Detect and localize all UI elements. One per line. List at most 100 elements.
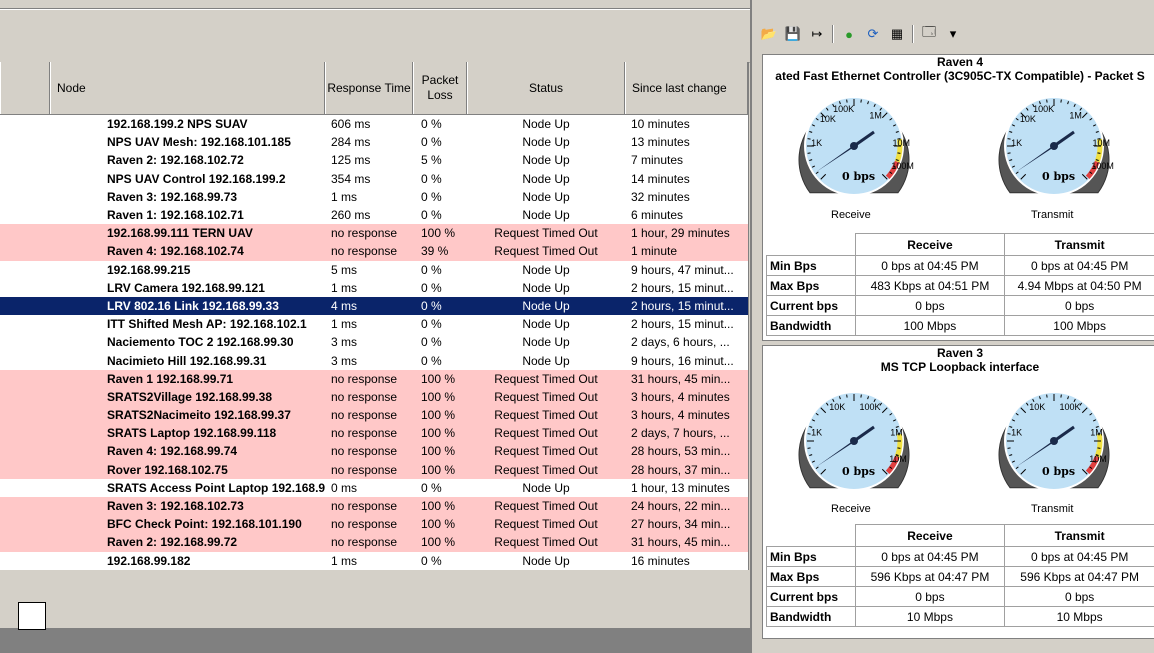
table-row[interactable]: Naciemento TOC 2 192.168.99.30 3 ms 0 % Nod… <box>0 333 748 351</box>
properties-icon[interactable]: 🗔 <box>920 24 938 43</box>
response-time: 4 ms <box>331 298 358 313</box>
status-text: Request Timed Out <box>494 444 598 459</box>
node-name: Raven 4: 192.168.99.74 <box>107 444 238 459</box>
table-row[interactable]: 192.168.199.2 NPS SUAV 606 ms 0 % Node Up 10… <box>0 115 748 133</box>
receive-label: Receive <box>831 503 871 515</box>
response-time: 606 ms <box>331 117 371 132</box>
gauge-tick-label: 100K <box>833 104 854 114</box>
table-row[interactable]: LRV Camera 192.168.99.121 1 ms 0 % Node Up 2… <box>0 279 748 297</box>
gauge-tick-label: 100K <box>860 402 881 412</box>
transmit-label: Transmit <box>1031 503 1074 515</box>
packet-loss: 100 % <box>421 389 456 404</box>
since-last-change: 7 minutes <box>631 153 684 168</box>
table-row[interactable]: LRV 802.16 Link 192.168.99.33 4 ms 0 % Node… <box>0 296 748 316</box>
since-last-change: 28 hours, 53 min... <box>631 444 731 459</box>
packet-loss: 0 % <box>421 262 442 277</box>
grid-icon[interactable]: ▦ <box>888 25 906 43</box>
table-row[interactable]: SRATS Access Point Laptop 192.168.99.183… <box>0 479 748 497</box>
panel-title: Raven 4 <box>936 55 984 69</box>
header-response-time[interactable]: Response Time <box>325 62 413 114</box>
top-toolbar-area <box>0 0 750 63</box>
save-icon[interactable]: 💾 <box>784 25 802 43</box>
header-since-last-change[interactable]: Since last change <box>625 62 748 114</box>
packet-loss: 0 % <box>421 189 442 204</box>
green-circle-icon[interactable]: ● <box>840 25 858 43</box>
stats-header-transmit: Transmit <box>1004 233 1154 256</box>
chart-toolbar: 📂 💾 ↦ ● ⟳ ▦ 🗔 ▾ <box>760 22 962 46</box>
stats-row: Current bps 0 bps 0 bps <box>766 586 1154 607</box>
node-name: NPS UAV Control 192.168.199.2 <box>107 171 286 186</box>
table-row[interactable]: 192.168.99.215 5 ms 0 % Node Up 9 hours, 47 … <box>0 261 748 279</box>
gauge-tick-label: 10M <box>889 454 907 464</box>
status-text: Node Up <box>522 280 570 295</box>
packet-loss: 0 % <box>421 480 442 495</box>
table-row[interactable]: Raven 4: 192.168.99.74 no response 100 % Re… <box>0 442 748 461</box>
table-row[interactable]: Raven 4: 192.168.102.74 no response 39 % Re… <box>0 242 748 261</box>
packet-loss: 0 % <box>421 171 442 186</box>
table-row[interactable]: 192.168.99.182 1 ms 0 % Node Up 16 minutes <box>0 552 748 570</box>
node-list-pane: Node Response Time Packet Loss Status Si… <box>0 0 750 653</box>
table-row[interactable]: NPS UAV Control 192.168.199.2 354 ms 0 % No… <box>0 170 748 188</box>
gauge-hub <box>1050 142 1058 150</box>
table-row[interactable]: Nacimieto Hill 192.168.99.31 3 ms 0 % Node … <box>0 351 748 369</box>
table-row[interactable]: Raven 2: 192.168.99.72 no response 100 % Re… <box>0 533 748 552</box>
since-last-change: 31 hours, 45 min... <box>631 371 731 386</box>
refresh-icon[interactable]: ⟳ <box>864 25 882 43</box>
since-last-change: 2 days, 6 hours, ... <box>631 335 730 350</box>
response-time: 5 ms <box>331 262 358 277</box>
gauge-tick-label: 100M <box>891 161 914 171</box>
table-row[interactable]: Raven 3: 192.168.102.73 no response 100 % R… <box>0 496 748 516</box>
packet-loss: 0 % <box>421 135 442 150</box>
stats-table: Receive Transmit Min Bps 0 bps at 04:45 P… <box>766 524 1154 627</box>
gauge-tick-label: 10M <box>1089 454 1107 464</box>
status-text: Node Up <box>522 480 570 495</box>
table-row[interactable]: BFC Check Point: 192.168.101.190 no respo… <box>0 515 748 534</box>
table-row[interactable]: Raven 3: 192.168.99.73 1 ms 0 % Node Up 32 m… <box>0 188 748 206</box>
response-time: 125 ms <box>331 153 371 168</box>
panel-title: Raven 3 <box>936 346 984 360</box>
since-last-change: 2 hours, 15 minut... <box>631 317 734 332</box>
since-last-change: 28 hours, 37 min... <box>631 462 731 477</box>
table-row[interactable]: SRATS Laptop 192.168.99.118 no response 10… <box>0 424 748 443</box>
table-row[interactable]: Raven 1: 192.168.102.71 260 ms 0 % Node Up 6… <box>0 206 748 224</box>
node-name: LRV 802.16 Link 192.168.99.33 <box>107 298 279 313</box>
receive-gauge: 10K 100K 1K 1M 10M 0 bps <box>798 391 910 491</box>
status-text: Node Up <box>522 553 570 568</box>
stats-row: Bandwidth 100 Mbps 100 Mbps <box>766 315 1154 336</box>
table-row[interactable]: Rover 192.168.102.75 no response 100 % Requ… <box>0 460 748 479</box>
open-folder-icon[interactable]: 📂 <box>760 25 778 43</box>
since-last-change: 1 minute <box>631 244 678 259</box>
response-time: no response <box>331 462 398 477</box>
status-text: Node Up <box>522 262 570 277</box>
table-row[interactable]: 192.168.99.111 TERN UAV no response 100 % R… <box>0 224 748 243</box>
toolbar-separator <box>912 25 914 43</box>
since-last-change: 9 hours, 47 minut... <box>631 262 734 277</box>
transmit-gauge: 100K10K 1M 1K 10M 100M 0 bps <box>998 96 1114 196</box>
node-name: Rover 192.168.102.75 <box>107 462 228 477</box>
header-node[interactable]: Node <box>50 62 325 114</box>
header-packet-loss[interactable]: Packet Loss <box>413 62 467 114</box>
gauge-value: 0 bps <box>1042 465 1075 478</box>
header-status-icon[interactable] <box>0 62 50 114</box>
horizontal-scrollbar[interactable] <box>0 628 750 653</box>
table-row[interactable]: SRATS2Nacimeito 192.168.99.37 no response… <box>0 406 748 425</box>
table-row[interactable]: ITT Shifted Mesh AP: 192.168.102.1 1 ms 0 … <box>0 315 748 333</box>
gauge-tick-label: 1K <box>811 138 822 148</box>
table-row[interactable]: Raven 1 192.168.99.71 no response 100 % Req… <box>0 369 748 388</box>
gauge-tick-label: 1M <box>869 111 882 121</box>
packet-loss: 100 % <box>421 226 456 241</box>
packet-loss: 39 % <box>421 244 449 259</box>
node-name: 192.168.99.111 TERN UAV <box>107 226 253 241</box>
header-status[interactable]: Status <box>467 62 625 114</box>
gauge-tick-label: 10M <box>1093 138 1111 148</box>
status-text: Node Up <box>522 171 570 186</box>
node-name: BFC Check Point: 192.168.101.190 <box>107 517 302 532</box>
gauges: 100K 10K 1M 1K 10M 100M 0 bps 100K 10K 1M 1K 10M 10… <box>763 84 1154 221</box>
gauge-tick-label: 100K <box>1033 104 1054 114</box>
arrow-icon[interactable]: ↦ <box>808 25 826 43</box>
table-row[interactable]: Raven 2: 192.168.102.72 125 ms 5 % Node Up 7… <box>0 151 748 169</box>
table-row[interactable]: NPS UAV Mesh: 192.168.101.185 284 ms 0 % No… <box>0 133 748 151</box>
panel-raven-3: Raven 3 MS TCP Loopback interface 10K 100… <box>762 345 1154 639</box>
dropdown-icon[interactable]: ▾ <box>944 25 962 43</box>
table-row[interactable]: SRATS2Village 192.168.99.38 no response 10… <box>0 387 748 406</box>
